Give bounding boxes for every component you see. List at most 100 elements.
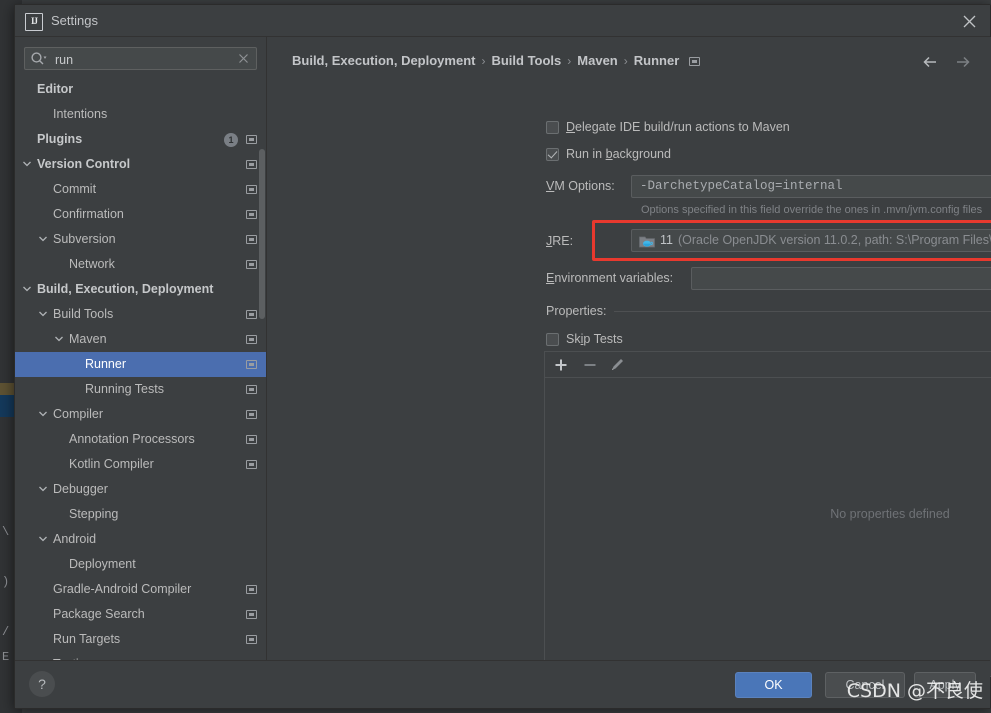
- chevron-down-icon[interactable]: [37, 477, 49, 502]
- settings-monitor-icon[interactable]: [246, 335, 257, 344]
- clear-icon[interactable]: [236, 51, 251, 66]
- chevron-down-icon[interactable]: [37, 527, 49, 552]
- arrow-left-icon[interactable]: [920, 51, 944, 73]
- settings-monitor-icon[interactable]: [246, 210, 257, 219]
- sidebar-item-label: Maven: [69, 332, 107, 346]
- vm-options-label: VM Options:: [546, 179, 615, 193]
- settings-monitor-icon[interactable]: [246, 610, 257, 619]
- environment-variables-input[interactable]: [691, 267, 991, 290]
- sidebar-item-intentions[interactable]: Intentions: [15, 102, 266, 127]
- settings-monitor-icon[interactable]: [246, 385, 257, 394]
- chevron-down-icon[interactable]: [37, 302, 49, 327]
- sidebar-item-plugins[interactable]: Plugins 1: [15, 127, 266, 152]
- sidebar-item-label: Stepping: [69, 507, 119, 521]
- arrow-right-icon[interactable]: [950, 51, 974, 73]
- skip-tests-label: Skip Tests: [566, 332, 623, 346]
- background-code-glyph: \: [2, 525, 10, 539]
- search-input[interactable]: [53, 48, 232, 71]
- environment-variables-label: Environment variables:: [546, 271, 674, 285]
- settings-monitor-icon[interactable]: [246, 635, 257, 644]
- sidebar-item-android[interactable]: Android: [15, 527, 266, 552]
- sidebar-item-package-search[interactable]: Package Search: [15, 602, 266, 627]
- question-mark-icon[interactable]: ?: [29, 671, 55, 697]
- sidebar-item-kotlin-compiler[interactable]: Kotlin Compiler: [15, 452, 266, 477]
- settings-monitor-icon[interactable]: [246, 460, 257, 469]
- jre-select[interactable]: 11 (Oracle OpenJDK version 11.0.2, path:…: [631, 229, 991, 252]
- chevron-down-icon[interactable]: [21, 152, 33, 177]
- chevron-down-icon[interactable]: [37, 227, 49, 252]
- sidebar-item-build-execution-deployment[interactable]: Build, Execution, Deployment: [15, 277, 266, 302]
- dialog-footer: ? OK Cancel Apply: [15, 660, 990, 708]
- sidebar-item-label: Runner: [85, 357, 126, 371]
- sidebar-item-label: Package Search: [53, 607, 145, 621]
- sidebar-item-label: Run Targets: [53, 632, 121, 646]
- sidebar-item-run-targets[interactable]: Run Targets: [15, 627, 266, 652]
- background-code-glyph: /: [2, 625, 10, 639]
- sidebar-item-commit[interactable]: Commit: [15, 177, 266, 202]
- sidebar-item-label: Debugger: [53, 482, 108, 496]
- settings-tree: Editor Intentions Plugins 1 Version Control C…: [15, 77, 266, 677]
- sidebar-item-maven[interactable]: Maven: [15, 327, 266, 352]
- sidebar-item-label: Intentions: [53, 107, 108, 121]
- sidebar-item-compiler[interactable]: Compiler: [15, 402, 266, 427]
- jdk-folder-icon: [639, 234, 655, 252]
- breadcrumb: Build, Execution, Deployment › Build Tools…: [292, 53, 701, 68]
- settings-monitor-icon[interactable]: [246, 360, 257, 369]
- settings-monitor-icon[interactable]: [689, 57, 701, 66]
- background-code-glyph: ): [2, 575, 10, 589]
- sidebar-item-stepping[interactable]: Stepping: [15, 502, 266, 527]
- intellij-idea-icon: IJ: [25, 13, 43, 31]
- settings-monitor-icon[interactable]: [246, 160, 257, 169]
- cancel-button[interactable]: Cancel: [825, 672, 905, 698]
- settings-monitor-icon[interactable]: [246, 235, 257, 244]
- breadcrumb-crumb-4[interactable]: Runner: [634, 53, 680, 68]
- sidebar-item-editor[interactable]: Editor: [15, 77, 266, 102]
- ok-button[interactable]: OK: [735, 672, 812, 698]
- plugin-update-badge: 1: [224, 133, 238, 147]
- breadcrumb-separator: ›: [623, 54, 628, 68]
- settings-dialog: IJ Settings EditorInte: [14, 4, 991, 709]
- sidebar-item-label: Subversion: [53, 232, 116, 246]
- sidebar-item-annotation-processors[interactable]: Annotation Processors: [15, 427, 266, 452]
- breadcrumb-crumb-3[interactable]: Maven: [577, 53, 617, 68]
- sidebar-item-build-tools[interactable]: Build Tools: [15, 302, 266, 327]
- sidebar-item-label: Confirmation: [53, 207, 124, 221]
- settings-monitor-icon[interactable]: [246, 310, 257, 319]
- settings-monitor-icon[interactable]: [246, 410, 257, 419]
- properties-empty-message: No properties defined: [830, 507, 950, 521]
- sidebar-item-running-tests[interactable]: Running Tests: [15, 377, 266, 402]
- sidebar-scrollbar[interactable]: [259, 149, 265, 319]
- settings-monitor-icon[interactable]: [246, 585, 257, 594]
- delegate-to-maven-label: Delegate IDE build/run actions to Maven: [566, 120, 790, 134]
- chevron-down-icon[interactable]: [53, 327, 65, 352]
- sidebar-item-label: Running Tests: [85, 382, 164, 396]
- vm-options-input[interactable]: -DarchetypeCatalog=internal: [631, 175, 991, 198]
- checkbox-box[interactable]: [546, 121, 559, 134]
- sidebar-item-runner[interactable]: Runner: [15, 352, 266, 377]
- run-in-background-label: Run in background: [566, 147, 671, 161]
- apply-button[interactable]: Apply: [914, 672, 976, 698]
- sidebar-item-network[interactable]: Network: [15, 252, 266, 277]
- search-icon[interactable]: [30, 51, 48, 67]
- chevron-down-icon[interactable]: [21, 277, 33, 302]
- sidebar-item-label: Gradle-Android Compiler: [53, 582, 192, 596]
- settings-monitor-icon[interactable]: [246, 135, 257, 144]
- sidebar-item-gradle-android-compiler[interactable]: Gradle-Android Compiler: [15, 577, 266, 602]
- close-icon[interactable]: [954, 9, 984, 33]
- sidebar-item-version-control[interactable]: Version Control: [15, 152, 266, 177]
- checkbox-box[interactable]: [546, 333, 559, 346]
- sidebar-item-confirmation[interactable]: Confirmation: [15, 202, 266, 227]
- vm-options-value: -DarchetypeCatalog=internal: [640, 179, 843, 193]
- settings-monitor-icon[interactable]: [246, 260, 257, 269]
- breadcrumb-crumb-1[interactable]: Build, Execution, Deployment: [292, 53, 475, 68]
- settings-sidebar: Editor Intentions Plugins 1 Version Control C…: [15, 37, 266, 677]
- search-box[interactable]: [24, 47, 257, 71]
- breadcrumb-crumb-2[interactable]: Build Tools: [491, 53, 561, 68]
- settings-monitor-icon[interactable]: [246, 185, 257, 194]
- sidebar-item-subversion[interactable]: Subversion: [15, 227, 266, 252]
- checkbox-box[interactable]: [546, 148, 559, 161]
- sidebar-item-deployment[interactable]: Deployment: [15, 552, 266, 577]
- settings-monitor-icon[interactable]: [246, 435, 257, 444]
- chevron-down-icon[interactable]: [37, 402, 49, 427]
- sidebar-item-debugger[interactable]: Debugger: [15, 477, 266, 502]
